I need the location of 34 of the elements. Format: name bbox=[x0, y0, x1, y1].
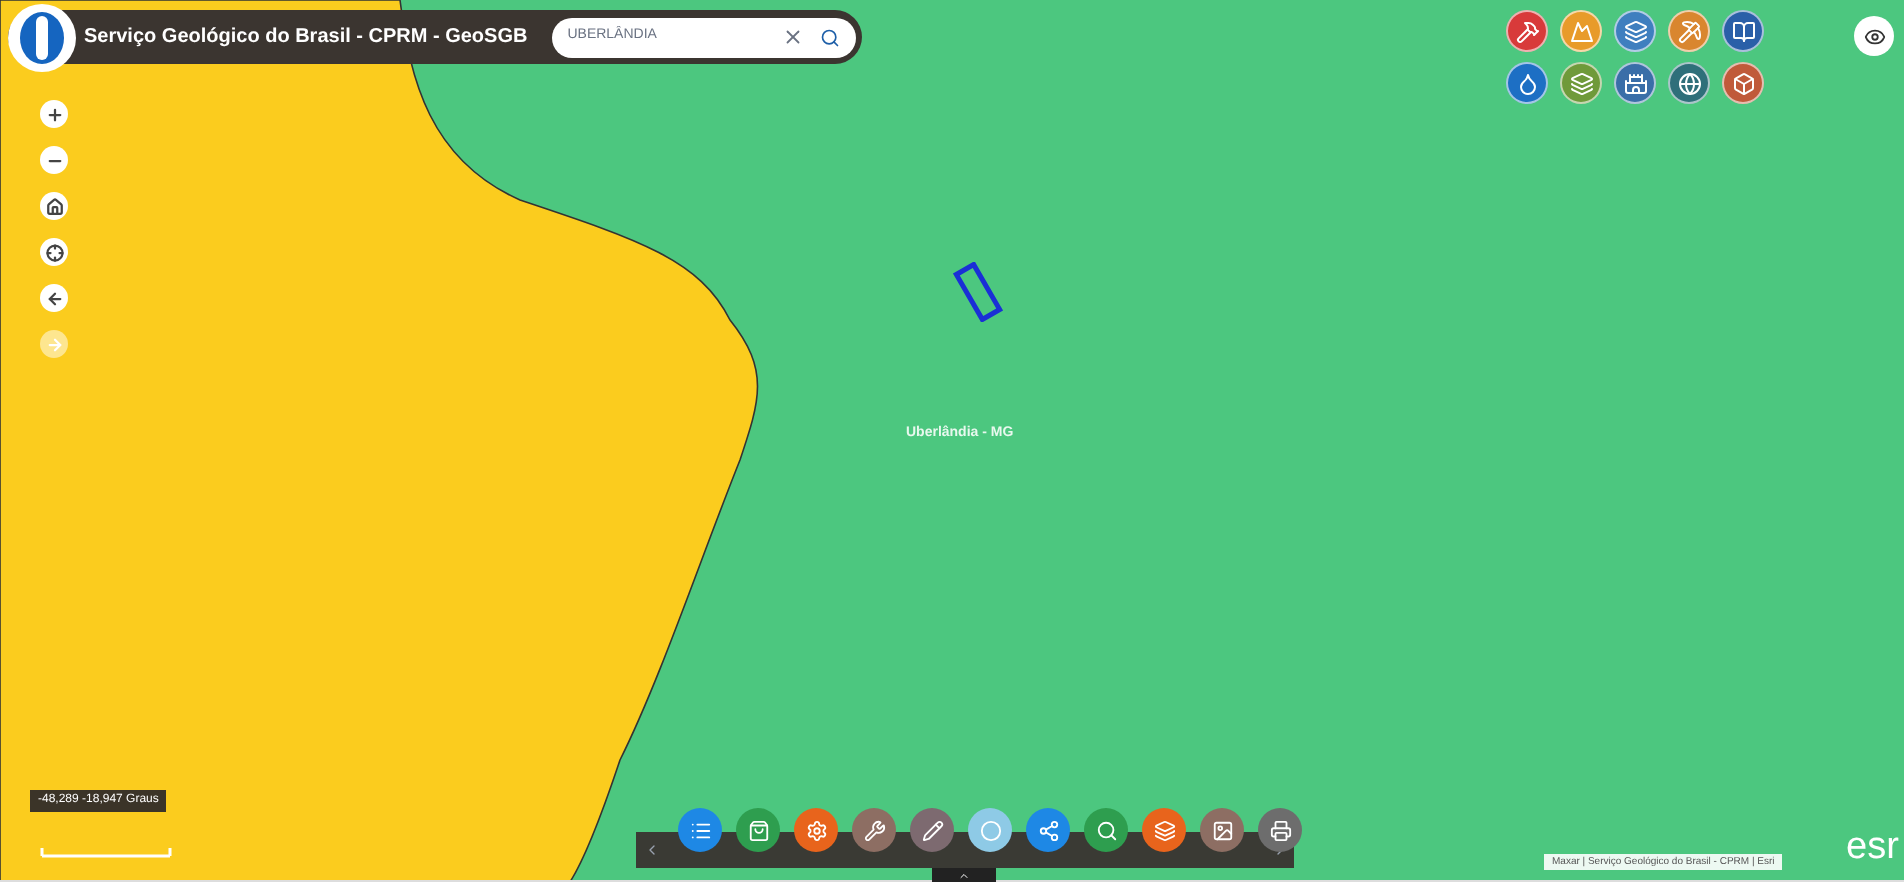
esri-logo: esr bbox=[1846, 828, 1899, 868]
locate-icon bbox=[45, 243, 63, 261]
home-icon bbox=[45, 197, 63, 215]
pickaxe-icon bbox=[1677, 19, 1701, 43]
castle-icon bbox=[1623, 71, 1647, 95]
book-icon bbox=[1731, 19, 1755, 43]
layers-icon bbox=[1569, 71, 1593, 95]
chevron-up-icon bbox=[958, 869, 970, 881]
cube-icon bbox=[1731, 71, 1755, 95]
close-icon[interactable] bbox=[781, 26, 804, 48]
location-marker bbox=[952, 262, 1004, 322]
wrench-icon bbox=[863, 819, 885, 841]
share-icon bbox=[1037, 819, 1059, 841]
forward-icon bbox=[45, 335, 63, 353]
bag-icon bbox=[747, 819, 769, 841]
hammer-icon bbox=[1515, 19, 1539, 43]
pencil-icon bbox=[921, 819, 943, 841]
chevron-left-icon[interactable] bbox=[644, 842, 660, 858]
gear-icon bbox=[805, 819, 827, 841]
search-icon bbox=[1095, 819, 1117, 841]
search-icon[interactable] bbox=[819, 27, 840, 47]
plus-icon bbox=[45, 105, 63, 123]
droplet-icon bbox=[1515, 71, 1539, 95]
scale-bar bbox=[40, 842, 172, 858]
globe-icon bbox=[1677, 71, 1701, 95]
app-title: Serviço Geológico do Brasil - CPRM - GeoSGB bbox=[84, 24, 528, 52]
mountain-icon bbox=[1569, 19, 1593, 43]
layers-icon bbox=[1153, 819, 1175, 841]
layers-icon bbox=[1623, 19, 1647, 43]
image-icon bbox=[1211, 819, 1233, 841]
back-icon bbox=[45, 289, 63, 307]
dot-icon bbox=[979, 819, 1001, 841]
printer-icon bbox=[1269, 819, 1291, 841]
eye-icon bbox=[1863, 25, 1885, 47]
